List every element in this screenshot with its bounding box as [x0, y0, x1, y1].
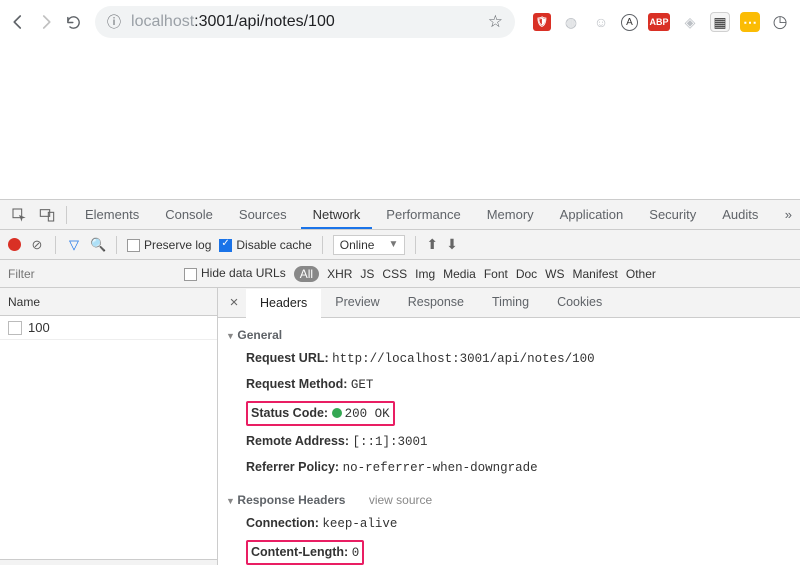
filter-js[interactable]: JS [360, 267, 374, 281]
ublock-icon[interactable]: 🛡 [533, 13, 551, 31]
clear-button[interactable]: ⊘ [29, 237, 45, 253]
preserve-log-toggle[interactable]: Preserve log [127, 237, 211, 252]
url-text: localhost:3001/api/notes/100 [131, 13, 478, 31]
tab-console[interactable]: Console [153, 200, 225, 229]
request-url-row: Request URL: http://localhost:3001/api/n… [224, 346, 790, 372]
request-name: 100 [28, 320, 50, 335]
network-toolbar: ⊘ ▽ 🔍 Preserve log Disable cache Online▼… [0, 230, 800, 260]
address-bar[interactable]: ⓘ localhost:3001/api/notes/100 ☆ [95, 6, 515, 38]
tab-memory[interactable]: Memory [475, 200, 546, 229]
record-button[interactable] [8, 238, 21, 251]
filter-all[interactable]: All [294, 266, 319, 282]
extension-icon-qr[interactable]: ▦ [710, 12, 730, 32]
section-general[interactable]: General [224, 324, 790, 346]
connection-row: Connection: keep-alive [224, 511, 790, 537]
request-row[interactable]: 100 [0, 316, 217, 340]
detail-tab-cookies[interactable]: Cookies [543, 288, 616, 317]
bookmark-star-icon[interactable]: ☆ [488, 12, 503, 32]
detail-tab-preview[interactable]: Preview [321, 288, 393, 317]
request-list-footer [0, 559, 217, 565]
request-list-header[interactable]: Name [0, 288, 217, 316]
throttling-select[interactable]: Online▼ [333, 235, 406, 255]
network-body: Name 100 × Headers Preview Response Timi… [0, 288, 800, 565]
filter-manifest[interactable]: Manifest [573, 267, 618, 281]
extension-icons: 🛡 ◍ ☺ A ABP ◈ ▦ ⋯ ◷ [533, 12, 790, 32]
tab-network[interactable]: Network [301, 200, 373, 229]
site-info-icon[interactable]: ⓘ [107, 12, 121, 32]
filter-css[interactable]: CSS [382, 267, 407, 281]
request-method-row: Request Method: GET [224, 372, 790, 398]
extension-icon-circle-a[interactable]: A [621, 14, 638, 31]
view-source-link[interactable]: view source [369, 493, 432, 507]
adblock-plus-icon[interactable]: ABP [648, 13, 670, 31]
detail-tab-timing[interactable]: Timing [478, 288, 543, 317]
request-detail: × Headers Preview Response Timing Cookie… [218, 288, 800, 565]
filter-xhr[interactable]: XHR [327, 267, 352, 281]
referrer-policy-row: Referrer Policy: no-referrer-when-downgr… [224, 455, 790, 481]
devtools-panel: Elements Console Sources Network Perform… [0, 199, 800, 565]
remote-address-row: Remote Address: [::1]:3001 [224, 429, 790, 455]
filter-doc[interactable]: Doc [516, 267, 537, 281]
page-viewport [0, 44, 800, 199]
filter-other[interactable]: Other [626, 267, 656, 281]
filter-img[interactable]: Img [415, 267, 435, 281]
tab-performance[interactable]: Performance [374, 200, 472, 229]
devtools-tab-bar: Elements Console Sources Network Perform… [0, 200, 800, 230]
extension-icon-yellow[interactable]: ⋯ [740, 12, 760, 32]
extension-icon-clock[interactable]: ◷ [770, 12, 790, 32]
section-response-headers[interactable]: Response Headers view source [224, 489, 790, 511]
status-code-row: Status Code: 200 OK [224, 398, 790, 430]
tab-audits[interactable]: Audits [710, 200, 770, 229]
browser-toolbar: ⓘ localhost:3001/api/notes/100 ☆ 🛡 ◍ ☺ A… [0, 0, 800, 44]
reload-button[interactable] [63, 12, 83, 32]
download-har-icon[interactable]: ⬇ [446, 236, 458, 253]
disable-cache-toggle[interactable]: Disable cache [219, 237, 311, 252]
hide-data-urls-toggle[interactable]: Hide data URLs [184, 266, 286, 280]
detail-tab-headers[interactable]: Headers [246, 289, 321, 318]
status-dot-icon [332, 408, 342, 418]
network-filter-bar: Hide data URLs All XHR JS CSS Img Media … [0, 260, 800, 288]
file-icon [8, 321, 22, 335]
filter-ws[interactable]: WS [545, 267, 564, 281]
filter-media[interactable]: Media [443, 267, 476, 281]
search-icon[interactable]: 🔍 [90, 237, 106, 253]
tab-sources[interactable]: Sources [227, 200, 299, 229]
request-list: Name 100 [0, 288, 218, 565]
detail-tab-response[interactable]: Response [394, 288, 478, 317]
extension-icon-gray-2[interactable]: ◈ [680, 12, 700, 32]
tab-application[interactable]: Application [548, 200, 636, 229]
forward-button[interactable] [36, 12, 56, 32]
device-toolbar-icon[interactable] [34, 202, 60, 228]
filter-toggle-icon[interactable]: ▽ [66, 237, 82, 253]
upload-har-icon[interactable]: ⬆ [426, 236, 438, 253]
extension-icon-face[interactable]: ☺ [591, 12, 611, 32]
tabs-overflow-icon[interactable]: » [777, 207, 800, 222]
tab-elements[interactable]: Elements [73, 200, 151, 229]
content-length-row: Content-Length: 0 [224, 537, 790, 565]
headers-pane: General Request URL: http://localhost:30… [218, 318, 800, 565]
close-detail-icon[interactable]: × [222, 294, 246, 311]
tab-security[interactable]: Security [637, 200, 708, 229]
back-button[interactable] [8, 12, 28, 32]
filter-font[interactable]: Font [484, 267, 508, 281]
filter-input[interactable] [6, 265, 176, 283]
extension-icon-gray-1[interactable]: ◍ [561, 12, 581, 32]
detail-tabs: × Headers Preview Response Timing Cookie… [218, 288, 800, 318]
inspect-element-icon[interactable] [6, 202, 32, 228]
